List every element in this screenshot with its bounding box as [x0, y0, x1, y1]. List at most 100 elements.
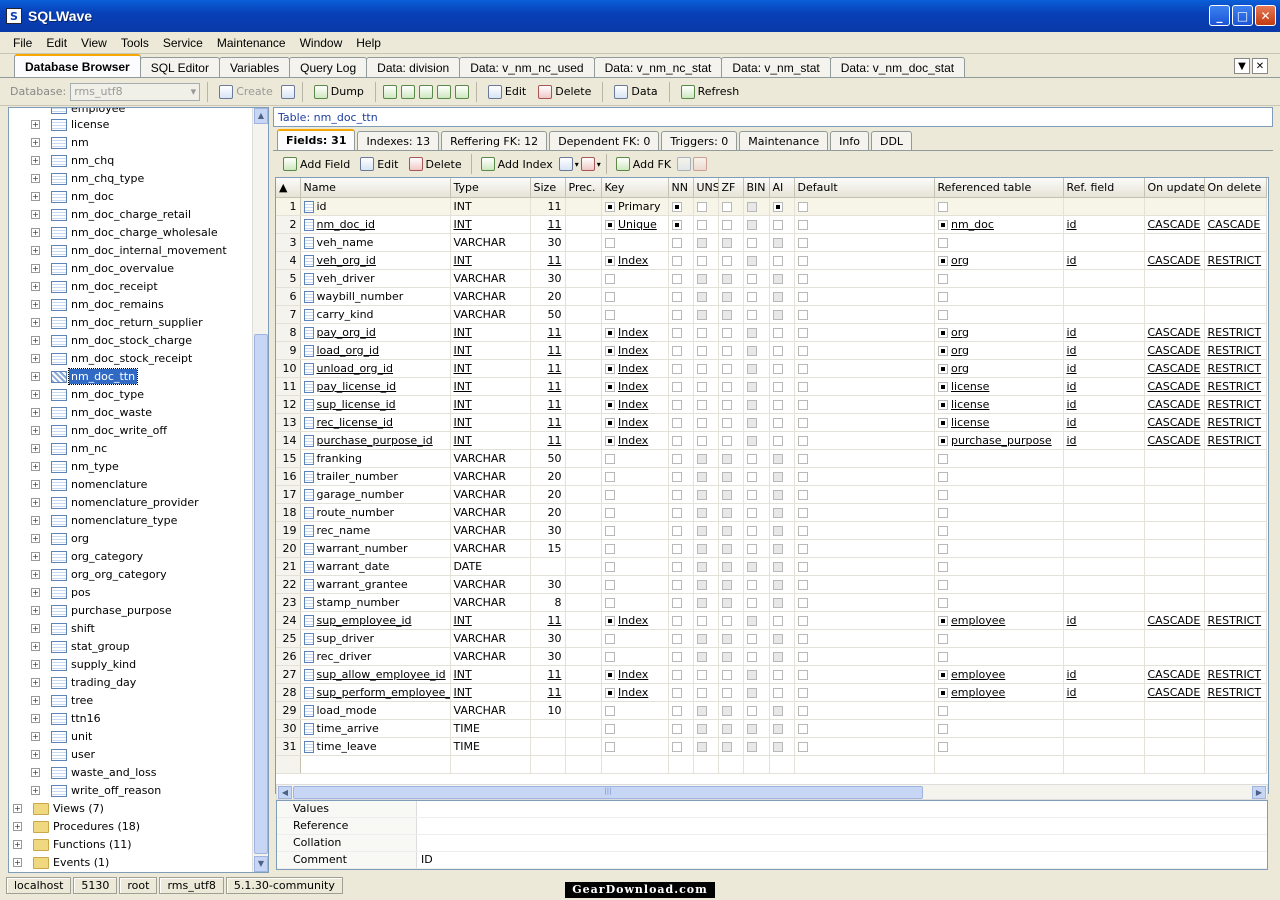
on-update-cell[interactable]: CASCADE [1144, 683, 1205, 702]
ref-field-cell[interactable] [1063, 557, 1145, 576]
default-cell[interactable] [794, 503, 935, 522]
checkbox[interactable] [772, 237, 783, 248]
ref-table-cell[interactable] [934, 737, 1064, 756]
uns-cell[interactable] [693, 503, 719, 522]
field-prec-cell[interactable] [565, 269, 602, 288]
zf-cell[interactable] [718, 395, 744, 414]
field-size-cell[interactable]: 11 [530, 611, 566, 630]
field-size-cell[interactable]: 30 [530, 233, 566, 252]
nn-cell[interactable] [668, 593, 694, 612]
field-prec-cell[interactable] [565, 449, 602, 468]
field-key-cell[interactable]: Index [601, 431, 669, 450]
checkbox[interactable] [696, 723, 707, 734]
uns-cell[interactable] [693, 719, 719, 738]
ai-cell[interactable] [769, 701, 795, 720]
default-cell[interactable] [794, 683, 935, 702]
field-type-cell[interactable]: VARCHAR [450, 485, 531, 504]
checkbox[interactable] [797, 417, 808, 428]
checkbox[interactable] [797, 435, 808, 446]
delete-index-icon[interactable] [580, 157, 595, 171]
expand-icon[interactable]: + [31, 750, 40, 759]
uns-cell[interactable] [693, 521, 719, 540]
checkbox[interactable] [797, 543, 808, 554]
checkbox[interactable] [797, 723, 808, 734]
tree-item-table[interactable]: + stat_group [9, 638, 268, 656]
tree-item-table[interactable]: + trading_day [9, 674, 268, 692]
add-fk-button[interactable]: Add FK [612, 155, 675, 173]
on-delete-cell[interactable] [1204, 233, 1267, 252]
field-size-cell[interactable]: 10 [530, 701, 566, 720]
field-type-cell[interactable]: INT [450, 215, 531, 234]
tree-item-table[interactable]: + nm_doc [9, 188, 268, 206]
checkbox[interactable] [721, 363, 732, 374]
edit-fk-icon[interactable] [677, 157, 692, 171]
ref-table-cell[interactable] [934, 539, 1064, 558]
nn-cell[interactable] [668, 323, 694, 342]
field-name-cell[interactable]: stamp_number [300, 593, 451, 612]
on-update-cell[interactable] [1144, 557, 1205, 576]
checkbox[interactable] [671, 561, 682, 572]
on-update-cell[interactable] [1144, 485, 1205, 504]
minimize-button[interactable]: _ [1209, 5, 1230, 26]
nn-cell[interactable] [668, 665, 694, 684]
field-name-cell[interactable]: route_number [300, 503, 451, 522]
ref-table-cell[interactable] [934, 593, 1064, 612]
checkbox[interactable] [696, 219, 707, 230]
uns-cell[interactable] [693, 449, 719, 468]
zf-cell[interactable] [718, 287, 744, 306]
bin-cell[interactable] [743, 629, 770, 648]
checkbox[interactable] [604, 489, 615, 500]
refresh-button[interactable]: Refresh [677, 83, 744, 101]
column-header[interactable]: BIN [743, 178, 770, 198]
field-prec-cell[interactable] [565, 647, 602, 666]
uns-cell[interactable] [693, 197, 719, 216]
on-update-cell[interactable] [1144, 539, 1205, 558]
nn-cell[interactable] [668, 647, 694, 666]
ai-cell[interactable] [769, 431, 795, 450]
checkbox[interactable] [746, 255, 757, 266]
checkbox[interactable] [604, 435, 615, 446]
checkbox[interactable] [696, 291, 707, 302]
drop-icon[interactable] [280, 84, 295, 99]
on-update-cell[interactable] [1144, 467, 1205, 486]
checkbox[interactable] [721, 237, 732, 248]
field-prec-cell[interactable] [565, 593, 602, 612]
uns-cell[interactable] [693, 701, 719, 720]
checkbox[interactable] [721, 507, 732, 518]
bin-cell[interactable] [743, 557, 770, 576]
checkbox[interactable] [746, 201, 757, 212]
nn-cell[interactable] [668, 377, 694, 396]
checkbox[interactable] [772, 471, 783, 482]
default-cell[interactable] [794, 467, 935, 486]
checkbox[interactable] [937, 417, 948, 428]
ref-field-cell[interactable] [1063, 503, 1145, 522]
field-key-cell[interactable]: Index [601, 395, 669, 414]
field-key-cell[interactable] [601, 503, 669, 522]
nn-cell[interactable] [668, 395, 694, 414]
edit-field-button[interactable]: Edit [356, 155, 402, 173]
checkbox[interactable] [746, 741, 757, 752]
checkbox[interactable] [772, 561, 783, 572]
default-cell[interactable] [794, 449, 935, 468]
checkbox[interactable] [797, 687, 808, 698]
menu-window[interactable]: Window [293, 34, 350, 52]
tree-item-table[interactable]: + org_category [9, 548, 268, 566]
field-size-cell[interactable] [530, 737, 566, 756]
field-type-cell[interactable]: TIME [450, 719, 531, 738]
on-update-cell[interactable] [1144, 719, 1205, 738]
field-key-cell[interactable] [601, 719, 669, 738]
checkbox[interactable] [721, 525, 732, 536]
expand-icon[interactable]: + [31, 264, 40, 273]
ref-field-cell[interactable] [1063, 629, 1145, 648]
expand-icon[interactable]: + [31, 552, 40, 561]
checkbox[interactable] [772, 435, 783, 446]
zf-cell[interactable] [718, 665, 744, 684]
checkbox[interactable] [746, 291, 757, 302]
nn-cell[interactable] [668, 251, 694, 270]
checkbox[interactable] [797, 615, 808, 626]
on-update-cell[interactable]: CASCADE [1144, 251, 1205, 270]
expand-icon[interactable]: + [31, 228, 40, 237]
on-delete-cell[interactable]: RESTRICT [1204, 251, 1267, 270]
ai-cell[interactable] [769, 395, 795, 414]
zf-cell[interactable] [718, 719, 744, 738]
